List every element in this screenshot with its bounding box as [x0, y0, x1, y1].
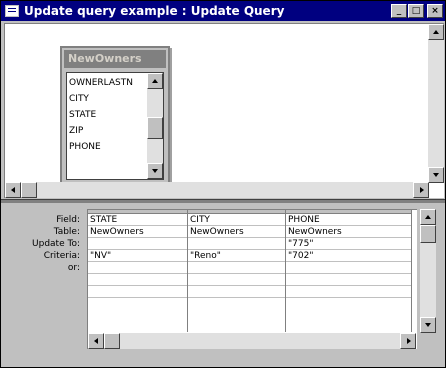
scroll-thumb[interactable]	[147, 117, 163, 139]
scroll-right-icon[interactable]	[413, 182, 429, 198]
row-labels: Field: Table: Update To: Criteria: or:	[4, 213, 84, 274]
scroll-thumb[interactable]	[104, 333, 120, 349]
query-window: Update query example : Update Query _ □ …	[0, 0, 446, 368]
or-cell[interactable]	[286, 262, 411, 274]
field-list-item[interactable]: PHONE	[69, 139, 145, 155]
design-grid[interactable]: STATE NewOwners "NV" CITY NewOwners "Ren…	[87, 209, 417, 349]
row-label-table: Table:	[53, 227, 80, 237]
grid-vscrollbar[interactable]	[420, 209, 436, 333]
window-title: Update query example : Update Query	[24, 4, 285, 18]
blank-cell[interactable]	[286, 286, 411, 298]
scroll-down-icon[interactable]	[147, 163, 163, 179]
scroll-right-icon[interactable]	[400, 333, 416, 349]
title-bar[interactable]: Update query example : Update Query _ □ …	[1, 1, 445, 21]
scroll-up-icon[interactable]	[147, 73, 163, 89]
or-cell[interactable]	[188, 262, 285, 274]
field-list-item[interactable]: ZIP	[69, 123, 145, 139]
field-list-window[interactable]: NewOwners OWNERLASTN CITY STATE ZIP PHON…	[60, 46, 170, 186]
field-list-title[interactable]: NewOwners	[64, 50, 166, 68]
blank-cell[interactable]	[188, 286, 285, 298]
minimize-button[interactable]: _	[391, 4, 407, 18]
field-cell[interactable]: CITY	[188, 214, 285, 226]
datasheet-icon	[5, 5, 19, 17]
grid-column-city[interactable]: CITY NewOwners "Reno"	[188, 210, 286, 332]
scroll-up-icon[interactable]	[420, 209, 436, 225]
table-cell[interactable]: NewOwners	[286, 226, 411, 238]
field-list-item[interactable]: CITY	[69, 91, 145, 107]
table-cell[interactable]: NewOwners	[88, 226, 187, 238]
update-to-cell[interactable]	[188, 238, 285, 250]
row-label-or: or:	[67, 263, 80, 273]
table-pane-hscrollbar[interactable]	[5, 182, 429, 198]
scroll-thumb[interactable]	[420, 225, 436, 243]
field-list-item[interactable]: OWNERLASTN	[69, 75, 145, 91]
field-cell[interactable]: PHONE	[286, 214, 411, 226]
blank-cell[interactable]	[286, 274, 411, 286]
table-pane-vscrollbar[interactable]	[428, 24, 444, 183]
scroll-thumb[interactable]	[21, 182, 37, 198]
table-pane[interactable]: NewOwners OWNERLASTN CITY STATE ZIP PHON…	[4, 23, 444, 198]
grid-hscrollbar[interactable]	[88, 333, 416, 349]
criteria-cell[interactable]: "702"	[286, 250, 411, 262]
field-list-box[interactable]: OWNERLASTN CITY STATE ZIP PHONE	[66, 72, 164, 180]
row-label-field: Field:	[56, 215, 80, 225]
field-list-scrollbar[interactable]	[147, 73, 163, 179]
criteria-cell[interactable]: "Reno"	[188, 250, 285, 262]
scroll-left-icon[interactable]	[88, 333, 104, 349]
scroll-down-icon[interactable]	[420, 317, 436, 333]
update-to-cell[interactable]	[88, 238, 187, 250]
close-button[interactable]: ×	[427, 4, 443, 18]
update-to-cell[interactable]: "775"	[286, 238, 411, 250]
field-cell[interactable]: STATE	[88, 214, 187, 226]
or-cell[interactable]	[88, 262, 187, 274]
grid-column-phone[interactable]: PHONE NewOwners "775" "702"	[286, 210, 412, 332]
field-list-item[interactable]: STATE	[69, 107, 145, 123]
table-cell[interactable]: NewOwners	[188, 226, 285, 238]
blank-cell[interactable]	[188, 274, 285, 286]
grid-column-state[interactable]: STATE NewOwners "NV"	[88, 210, 188, 332]
row-label-update-to: Update To:	[32, 239, 80, 249]
pane-splitter[interactable]	[1, 199, 445, 203]
scroll-up-icon[interactable]	[428, 24, 444, 40]
criteria-cell[interactable]: "NV"	[88, 250, 187, 262]
row-label-criteria: Criteria:	[43, 251, 80, 261]
blank-cell[interactable]	[88, 286, 187, 298]
scroll-down-icon[interactable]	[428, 167, 444, 183]
design-grid-pane[interactable]: Field: Table: Update To: Criteria: or: S…	[4, 205, 444, 365]
scroll-left-icon[interactable]	[5, 182, 21, 198]
blank-cell[interactable]	[88, 274, 187, 286]
maximize-button[interactable]: □	[408, 4, 424, 18]
